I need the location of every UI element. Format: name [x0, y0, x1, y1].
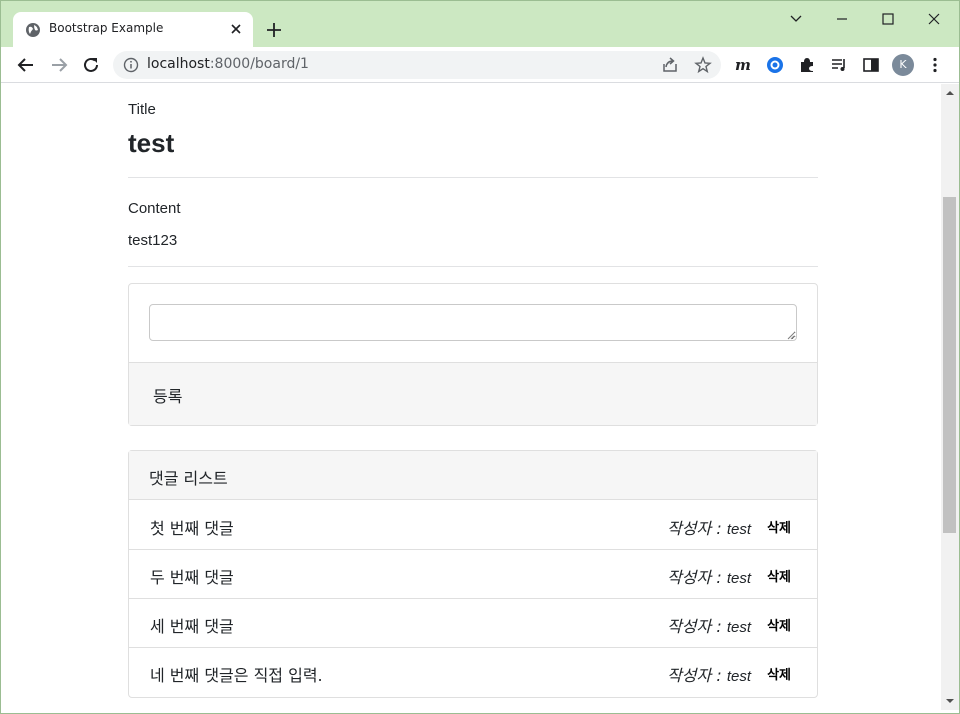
comment-form-footer: 등록 [129, 362, 817, 425]
comment-text: 첫 번째 댓글 [150, 519, 234, 538]
browser-tab[interactable]: Bootstrap Example [13, 12, 253, 47]
comment-row: 네 번째 댓글은 직접 입력. 작성자 : test 삭제 [129, 648, 817, 697]
author-prefix: 작성자 : [667, 519, 727, 538]
side-panel-icon[interactable] [862, 56, 880, 74]
address-bar[interactable]: localhost:8000/board/1 [113, 51, 721, 79]
new-tab-plus-icon[interactable] [263, 19, 285, 41]
comment-author: 작성자 : test [667, 515, 751, 539]
delete-comment-button[interactable]: 삭제 [767, 517, 791, 536]
title-label-wrap: Title [128, 99, 818, 118]
comment-author: 작성자 : test [667, 564, 751, 588]
delete-comment-button[interactable]: 삭제 [767, 566, 791, 585]
content-label-wrap: Content [128, 198, 818, 217]
comment-row: 첫 번째 댓글 작성자 : test 삭제 [129, 501, 817, 550]
divider [128, 177, 818, 178]
vertical-scrollbar[interactable] [941, 84, 959, 710]
post-title-wrap: test [128, 128, 818, 159]
delete-comment-button[interactable]: 삭제 [767, 615, 791, 634]
scroll-down-arrow-icon[interactable] [945, 696, 955, 706]
author-name: test [726, 521, 751, 538]
author-name: test [726, 570, 751, 587]
author-name: test [726, 619, 751, 636]
minimize-icon[interactable] [827, 7, 857, 31]
comment-text: 세 번째 댓글 [150, 617, 234, 636]
browser-window: Bootstrap Example localhost:8000/board/1… [0, 0, 960, 714]
url-text[interactable]: localhost:8000/board/1 [147, 56, 309, 72]
comment-list-title: 댓글 리스트 [149, 469, 228, 488]
comment-list-card: 댓글 리스트 첫 번째 댓글 작성자 : test 삭제 두 번째 댓글 작성자… [128, 450, 818, 698]
comment-row: 세 번째 댓글 작성자 : test 삭제 [129, 599, 817, 648]
comment-text: 네 번째 댓글은 직접 입력. [150, 666, 323, 685]
extension-m-icon[interactable]: m [734, 56, 752, 74]
globe-icon [26, 23, 40, 37]
comment-textarea[interactable] [149, 304, 797, 341]
comment-text: 두 번째 댓글 [150, 568, 234, 587]
url-path: :8000/board/1 [209, 56, 309, 72]
author-prefix: 작성자 : [667, 617, 727, 636]
divider [128, 266, 818, 267]
puzzle-icon[interactable] [798, 56, 816, 74]
author-prefix: 작성자 : [667, 666, 727, 685]
chevron-down-icon[interactable] [781, 7, 811, 31]
share-icon[interactable] [661, 56, 679, 74]
comment-row: 두 번째 댓글 작성자 : test 삭제 [129, 550, 817, 599]
extension-circle-icon[interactable] [766, 56, 784, 74]
content-label: Content [128, 200, 181, 217]
info-icon[interactable] [123, 57, 139, 73]
svg-text:m: m [735, 56, 751, 74]
comment-author: 작성자 : test [667, 662, 751, 686]
post-content: test123 [128, 232, 178, 249]
page-viewport: Title test Content test123 등록 댓글 리스트 첫 번… [1, 84, 941, 710]
author-prefix: 작성자 : [667, 568, 727, 587]
submit-comment-button[interactable]: 등록 [153, 383, 182, 407]
profile-avatar[interactable]: K [892, 54, 914, 76]
comment-form-card: 등록 [128, 283, 818, 426]
maximize-icon[interactable] [873, 7, 903, 31]
post-title: test [128, 128, 175, 158]
forward-arrow-icon[interactable] [48, 54, 70, 76]
post-content-wrap: test123 [128, 230, 818, 249]
tab-strip: Bootstrap Example [1, 1, 959, 47]
comment-author: 작성자 : test [667, 613, 751, 637]
comment-list-header: 댓글 리스트 [129, 451, 817, 500]
author-name: test [726, 668, 751, 685]
resize-grip-icon[interactable] [786, 331, 795, 340]
reload-icon[interactable] [80, 54, 102, 76]
url-host: localhost [147, 56, 210, 72]
media-queue-icon[interactable] [830, 56, 848, 74]
kebab-menu-icon[interactable] [926, 56, 944, 74]
delete-comment-button[interactable]: 삭제 [767, 664, 791, 683]
tab-title: Bootstrap Example [49, 21, 164, 35]
bookmark-star-icon[interactable] [694, 56, 712, 74]
back-arrow-icon[interactable] [15, 54, 37, 76]
title-label: Title [128, 101, 156, 118]
close-icon[interactable] [227, 20, 245, 38]
window-close-icon[interactable] [919, 7, 949, 31]
scroll-thumb[interactable] [943, 197, 956, 533]
browser-toolbar: localhost:8000/board/1 m [1, 47, 959, 83]
scroll-up-arrow-icon[interactable] [945, 88, 955, 98]
